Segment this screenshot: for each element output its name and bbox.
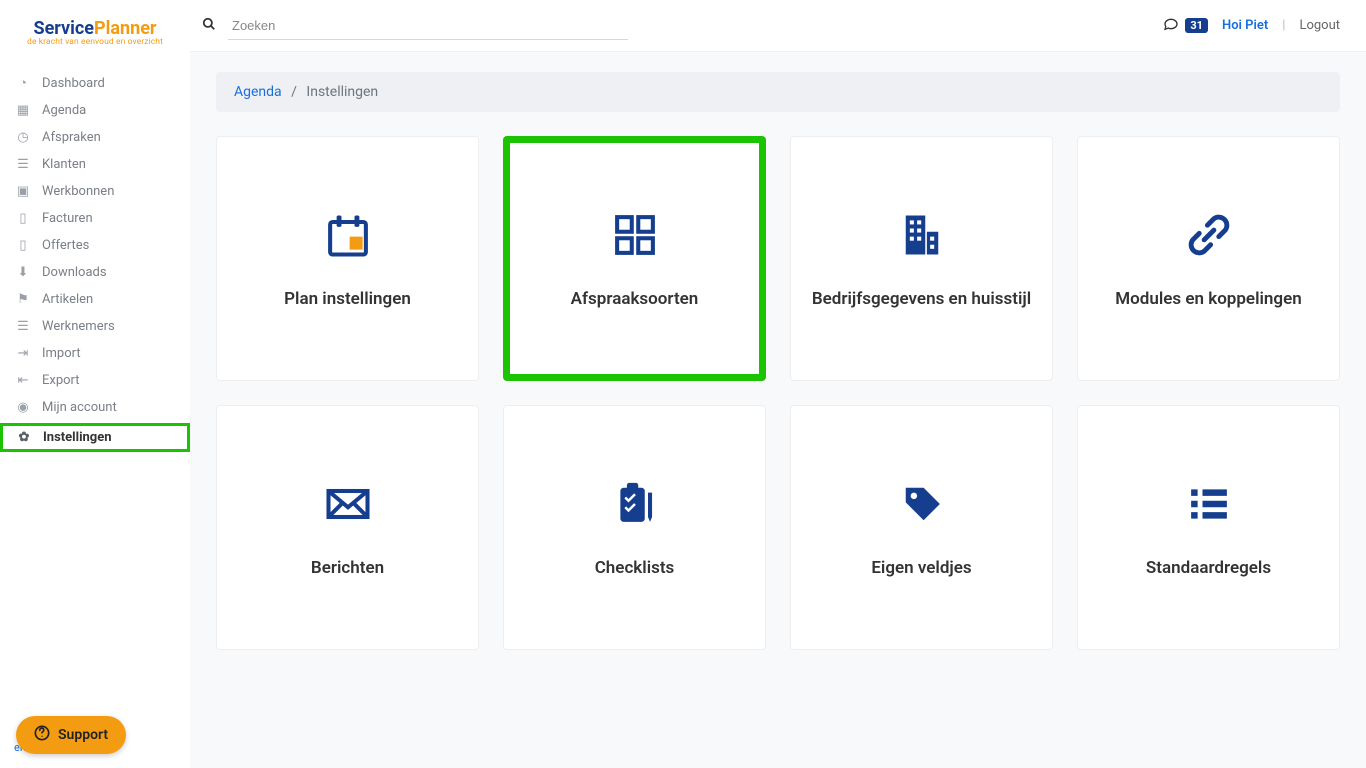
- messages-button[interactable]: 31: [1163, 16, 1208, 36]
- briefcase-icon: ▣: [14, 184, 32, 199]
- nav-dashboard[interactable]: ◔ Dashboard: [0, 69, 190, 97]
- nav-label: Mijn account: [42, 400, 117, 415]
- user-icon: ◉: [14, 400, 32, 415]
- card-title: Plan instellingen: [274, 289, 421, 309]
- sidebar: ServicePlanner de kracht van eenvoud en …: [0, 0, 190, 768]
- topbar: 31 Hoi Piet | Logout: [190, 0, 1366, 52]
- import-icon: ⇥: [14, 346, 32, 361]
- link-icon: [1183, 209, 1235, 261]
- nav-label: Agenda: [42, 103, 86, 118]
- card-title: Bedrijfsgegevens en huisstijl: [802, 289, 1041, 309]
- card-title: Afspraaksoorten: [561, 289, 709, 309]
- card-title: Berichten: [301, 558, 394, 578]
- card-standaardregels[interactable]: Standaardregels: [1077, 405, 1340, 650]
- search-icon[interactable]: [202, 17, 216, 35]
- nav-import[interactable]: ⇥ Import: [0, 340, 190, 367]
- mail-icon: [322, 478, 374, 530]
- calendar-icon: [322, 209, 374, 261]
- nav-label: Instellingen: [43, 430, 112, 445]
- nav-werkbonnen[interactable]: ▣ Werkbonnen: [0, 178, 190, 205]
- list-icon: [1183, 478, 1235, 530]
- export-icon: ⇤: [14, 373, 32, 388]
- nav-label: Dashboard: [42, 76, 105, 91]
- nav-list: ◔ Dashboard ▦ Agenda ◷ Afspraken ☰ Klanten ▣…: [0, 69, 190, 452]
- card-afspraaksoorten[interactable]: Afspraaksoorten: [503, 136, 766, 381]
- nav-mijnaccount[interactable]: ◉ Mijn account: [0, 394, 190, 421]
- nav-klanten[interactable]: ☰ Klanten: [0, 151, 190, 178]
- nav-afspraken[interactable]: ◷ Afspraken: [0, 124, 190, 151]
- logo-text: ServicePlanner: [33, 18, 156, 39]
- card-modules[interactable]: Modules en koppelingen: [1077, 136, 1340, 381]
- search: [202, 12, 1163, 40]
- file-icon: ▯: [14, 211, 32, 226]
- support-button[interactable]: Support: [16, 716, 126, 754]
- nav-label: Offertes: [42, 238, 89, 253]
- card-eigen-veldjes[interactable]: Eigen veldjes: [790, 405, 1053, 650]
- nav-instellingen[interactable]: ✿ Instellingen: [0, 423, 190, 452]
- messages-badge: 31: [1185, 18, 1208, 33]
- card-grid: Plan instellingen Afspraaksoorten Bedrij…: [216, 136, 1340, 650]
- team-icon: ☰: [14, 319, 32, 334]
- card-title: Checklists: [585, 558, 685, 578]
- nav-label: Facturen: [42, 211, 93, 226]
- main: Agenda / Instellingen Plan instellingen …: [190, 52, 1366, 768]
- calendar-icon: ▦: [14, 103, 32, 118]
- nav-label: Werknemers: [42, 319, 115, 334]
- card-plan-instellingen[interactable]: Plan instellingen: [216, 136, 479, 381]
- logout-link[interactable]: Logout: [1299, 18, 1340, 33]
- breadcrumb: Agenda / Instellingen: [216, 72, 1340, 112]
- nav-label: Downloads: [42, 265, 107, 280]
- flag-icon: ⚑: [14, 292, 32, 307]
- nav-label: Import: [42, 346, 81, 361]
- logo-tagline: de kracht van eenvoud en overzicht: [0, 37, 190, 47]
- clock-icon: ◷: [14, 130, 32, 145]
- nav-artikelen[interactable]: ⚑ Artikelen: [0, 286, 190, 313]
- card-title: Modules en koppelingen: [1105, 289, 1311, 309]
- building-icon: [896, 209, 948, 261]
- question-icon: [34, 725, 50, 745]
- nav-agenda[interactable]: ▦ Agenda: [0, 97, 190, 124]
- nav-label: Export: [42, 373, 80, 388]
- gear-icon: ✿: [15, 430, 33, 445]
- tag-icon: [896, 478, 948, 530]
- nav-offertes[interactable]: ▯ Offertes: [0, 232, 190, 259]
- download-icon: ⬇: [14, 265, 32, 280]
- gauge-icon: ◔: [14, 75, 32, 91]
- nav-werknemers[interactable]: ☰ Werknemers: [0, 313, 190, 340]
- nav-label: Afspraken: [42, 130, 101, 145]
- nav-label: Klanten: [42, 157, 86, 172]
- nav-label: Werkbonnen: [42, 184, 114, 199]
- card-bedrijfsgegevens[interactable]: Bedrijfsgegevens en huisstijl: [790, 136, 1053, 381]
- breadcrumb-root[interactable]: Agenda: [234, 84, 282, 100]
- divider: |: [1282, 18, 1285, 33]
- nav-facturen[interactable]: ▯ Facturen: [0, 205, 190, 232]
- clipboard-icon: [609, 478, 661, 530]
- users-icon: ☰: [14, 157, 32, 172]
- card-title: Eigen veldjes: [861, 558, 981, 578]
- support-label: Support: [58, 727, 108, 743]
- file-icon: ▯: [14, 238, 32, 253]
- topbar-right: 31 Hoi Piet | Logout: [1163, 16, 1340, 36]
- nav-downloads[interactable]: ⬇ Downloads: [0, 259, 190, 286]
- nav-label: Artikelen: [42, 292, 93, 307]
- breadcrumb-sep: /: [291, 84, 297, 100]
- card-berichten[interactable]: Berichten: [216, 405, 479, 650]
- chat-icon: [1163, 16, 1179, 36]
- greeting-link[interactable]: Hoi Piet: [1222, 18, 1268, 33]
- search-input[interactable]: [228, 12, 628, 40]
- card-checklists[interactable]: Checklists: [503, 405, 766, 650]
- card-title: Standaardregels: [1136, 558, 1281, 578]
- logo[interactable]: ServicePlanner de kracht van eenvoud en …: [0, 10, 190, 49]
- nav-export[interactable]: ⇤ Export: [0, 367, 190, 394]
- grid-icon: [609, 209, 661, 261]
- breadcrumb-current: Instellingen: [306, 84, 378, 100]
